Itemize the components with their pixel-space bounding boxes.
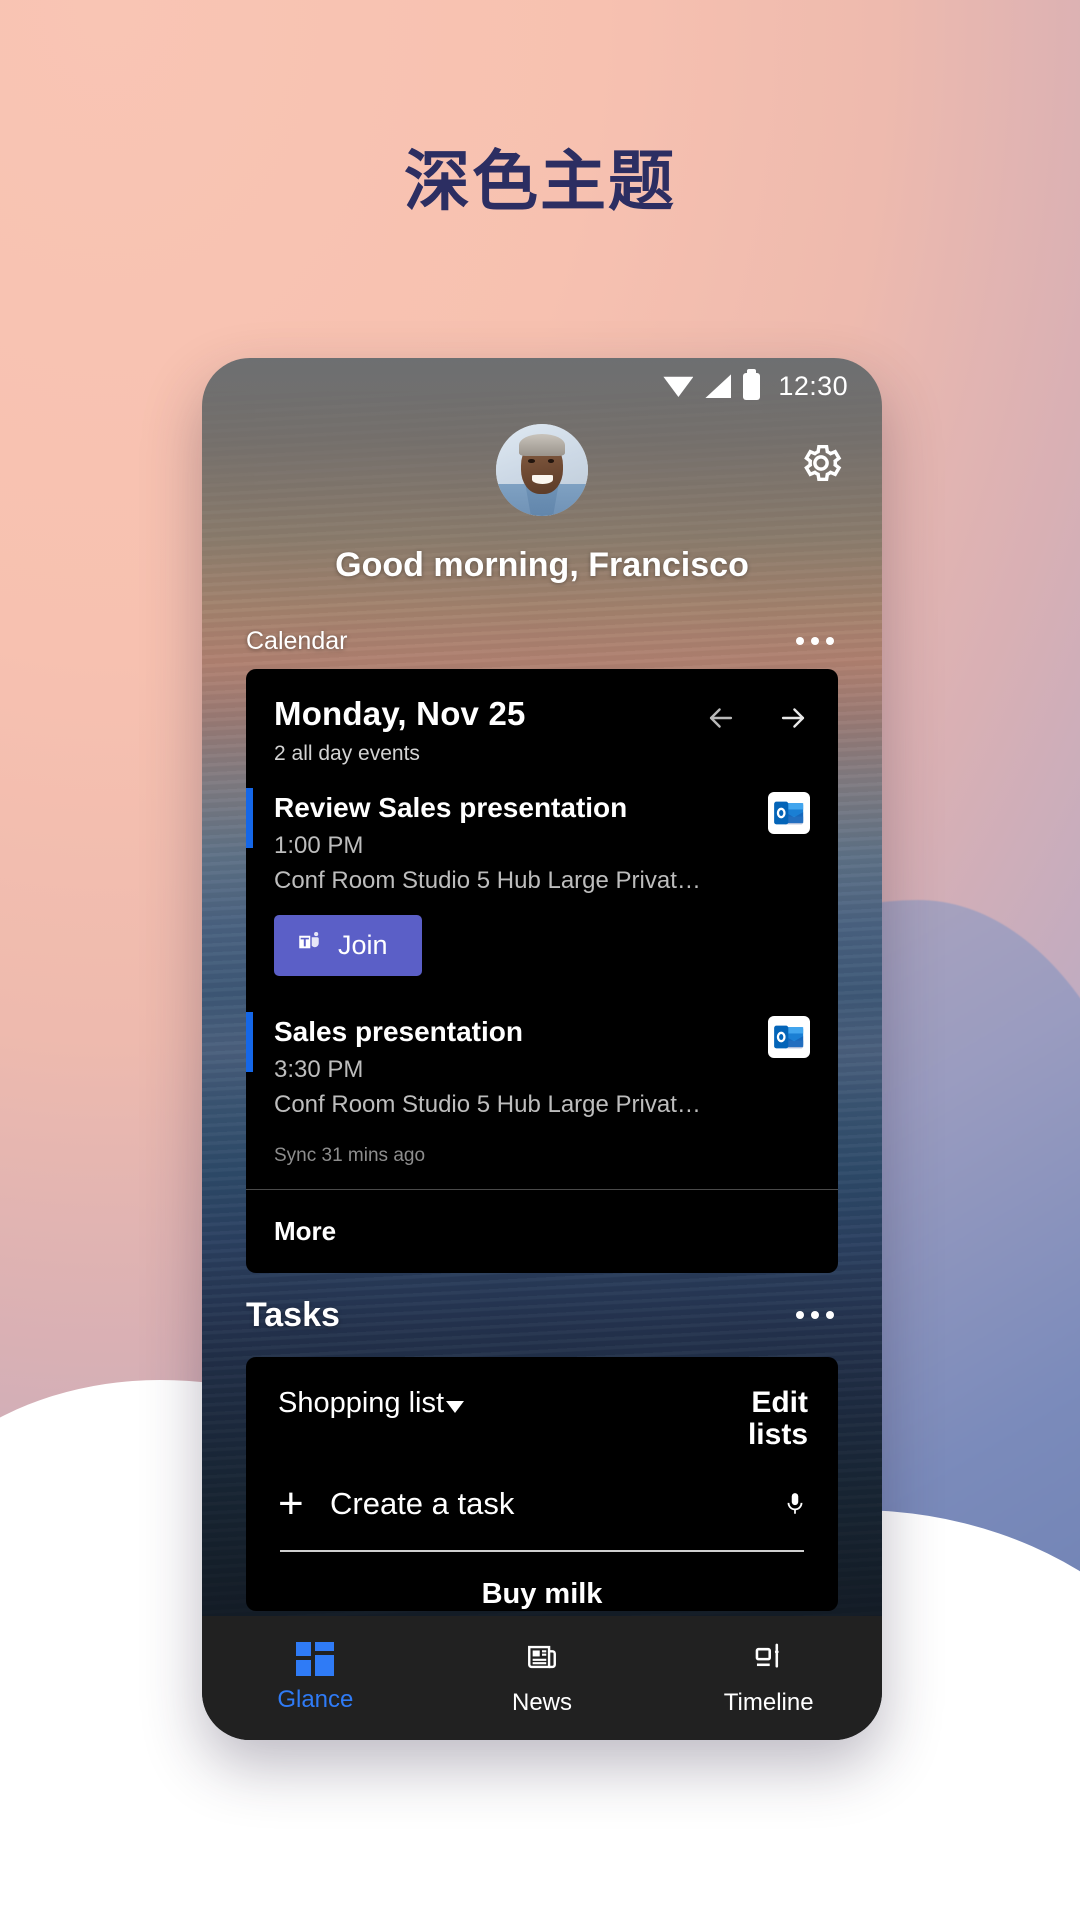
- event-accent-bar: [246, 1012, 253, 1072]
- phone-mockup: 12:30 Good morning, Francisco Calendar M…: [202, 358, 882, 1740]
- calendar-card: Monday, Nov 25 2 all day events Review S…: [246, 669, 838, 1273]
- task-list-selector[interactable]: Shopping list: [278, 1387, 465, 1420]
- create-task-row[interactable]: + Create a task: [246, 1456, 838, 1526]
- task-list-name: Shopping list: [278, 1387, 445, 1419]
- calendar-nav-arrows: [704, 695, 810, 735]
- status-bar: 12:30: [202, 358, 882, 414]
- calendar-event-row[interactable]: Review Sales presentation 1:00 PM Conf R…: [246, 766, 838, 982]
- edit-lists-button[interactable]: Edit lists: [716, 1387, 808, 1450]
- outlook-icon: [768, 792, 810, 834]
- calendar-section-label: Calendar: [246, 626, 348, 655]
- tasks-section-header: Tasks: [202, 1273, 882, 1357]
- cellular-signal-icon: [705, 374, 732, 398]
- event-title: Review Sales presentation: [274, 792, 628, 823]
- tasks-more-options-icon[interactable]: [792, 1301, 838, 1329]
- avatar-eye-left: [528, 458, 535, 463]
- nav-label-news: News: [512, 1688, 573, 1716]
- task-list-item[interactable]: Buy milk: [246, 1552, 838, 1611]
- event-location: Conf Room Studio 5 Hub Large Privat…: [274, 1091, 701, 1118]
- arrow-left-icon[interactable]: [704, 701, 738, 735]
- microphone-icon[interactable]: [782, 1483, 808, 1525]
- calendar-more-options-icon[interactable]: [792, 627, 838, 655]
- avatar[interactable]: [496, 424, 588, 516]
- news-icon: [523, 1640, 561, 1679]
- tasks-card-header: Shopping list Edit lists: [246, 1357, 838, 1456]
- outlook-icon: [768, 1016, 810, 1058]
- nav-item-news[interactable]: News: [429, 1640, 656, 1717]
- event-time: 3:30 PM: [274, 1056, 364, 1083]
- tasks-section-label: Tasks: [246, 1295, 340, 1334]
- gear-icon[interactable]: [798, 440, 844, 486]
- nav-item-timeline[interactable]: Timeline: [655, 1640, 882, 1717]
- calendar-sync-status: Sync 31 mins ago: [274, 1145, 426, 1166]
- event-time: 1:00 PM: [274, 832, 364, 859]
- phone-screen: 12:30 Good morning, Francisco Calendar M…: [202, 358, 882, 1740]
- calendar-card-header: Monday, Nov 25 2 all day events: [246, 669, 838, 766]
- avatar-hair: [519, 434, 565, 457]
- page-title: 深色主题: [404, 143, 676, 220]
- avatar-smile: [531, 474, 554, 484]
- calendar-all-day-events: 2 all day events: [274, 742, 420, 765]
- calendar-event-row[interactable]: Sales presentation 3:30 PM Conf Room Stu…: [246, 982, 838, 1119]
- timeline-icon: [750, 1640, 788, 1679]
- create-task-input[interactable]: Create a task: [330, 1486, 782, 1522]
- join-button-label: Join: [338, 930, 388, 960]
- glance-icon: [296, 1642, 335, 1676]
- arrow-right-icon[interactable]: [776, 701, 810, 735]
- status-bar-time: 12:30: [778, 370, 848, 401]
- nav-label-timeline: Timeline: [723, 1688, 814, 1716]
- glance-content: Calendar Monday, Nov 25 2 all day events: [202, 613, 882, 1740]
- bottom-navigation: Glance News Timeline: [202, 1616, 882, 1740]
- app-header: Good morning, Francisco: [202, 414, 882, 613]
- avatar-eye-right: [547, 458, 554, 463]
- join-button[interactable]: Join: [274, 915, 422, 976]
- plus-icon: +: [278, 1479, 304, 1528]
- nav-label-glance: Glance: [277, 1686, 354, 1713]
- teams-icon: [296, 929, 322, 962]
- event-title: Sales presentation: [274, 1016, 523, 1047]
- chevron-down-icon: [446, 1400, 465, 1413]
- tasks-card: Shopping list Edit lists + Create a task: [246, 1357, 838, 1611]
- event-location: Conf Room Studio 5 Hub Large Privat…: [274, 867, 701, 894]
- event-accent-bar: [246, 788, 253, 848]
- greeting-text: Good morning, Francisco: [335, 546, 749, 584]
- nav-item-glance[interactable]: Glance: [202, 1642, 429, 1714]
- calendar-more-button[interactable]: More: [246, 1190, 838, 1273]
- calendar-section-header: Calendar: [202, 613, 882, 669]
- wifi-icon: [663, 376, 694, 397]
- battery-icon: [743, 368, 761, 400]
- calendar-date-title: Monday, Nov 25: [274, 695, 526, 732]
